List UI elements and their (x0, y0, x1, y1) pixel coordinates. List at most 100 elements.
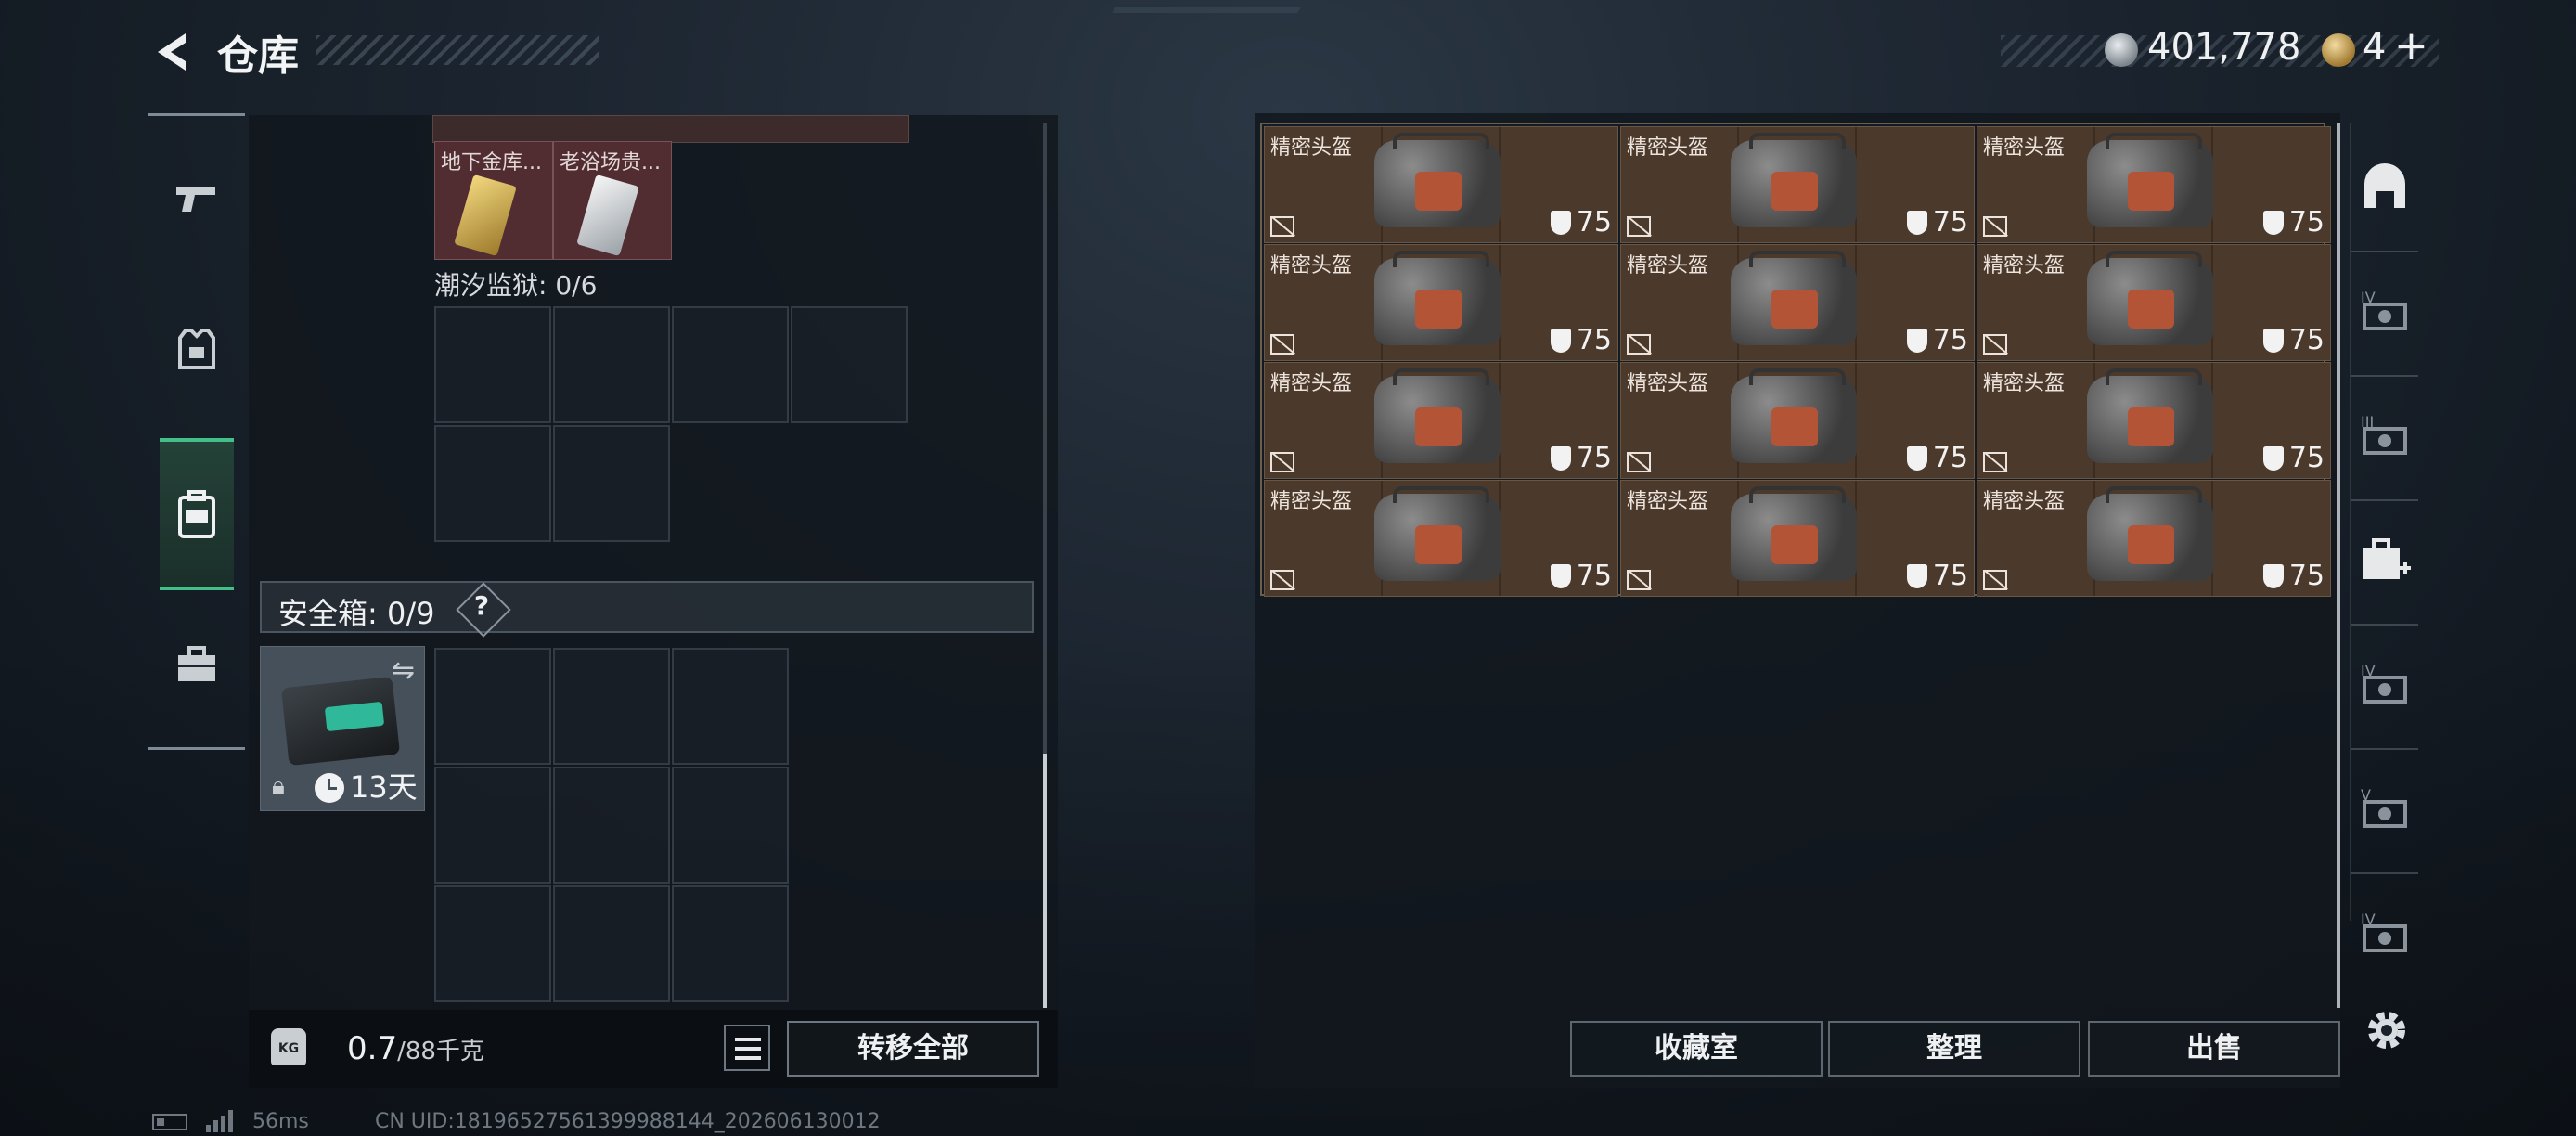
durability-value: 75 (2288, 442, 2325, 474)
backpack-scrollbar-thumb[interactable] (1043, 754, 1047, 1008)
stash-item-helmet[interactable]: 精密头盔 75 (1977, 480, 2331, 597)
shield-icon (2263, 446, 2284, 471)
no-drop-icon (1983, 452, 2007, 472)
safe-slot[interactable] (553, 767, 670, 884)
right-nav-item[interactable] (2351, 154, 2418, 221)
safe-slot[interactable] (672, 885, 789, 1002)
gold-keycard-icon (454, 174, 517, 257)
right-nav-item[interactable]: V (2351, 776, 2418, 843)
nav-item-vest[interactable] (160, 312, 234, 386)
empty-slot[interactable] (672, 306, 789, 423)
nav-divider (148, 747, 245, 750)
helmet-bag-icon (2087, 251, 2213, 345)
ping-text: 56ms (252, 1110, 309, 1133)
add-currency-button[interactable]: + (2394, 22, 2428, 70)
collection-room-button[interactable]: 收藏室 (1570, 1021, 1823, 1077)
shield-icon (2263, 564, 2284, 588)
no-drop-icon (1270, 452, 1294, 472)
swap-icon[interactable]: ⇋ (392, 654, 415, 687)
right-nav-item[interactable]: IV (2351, 278, 2418, 345)
uid-text: CN UID:18196527561399988144_202606130012 (375, 1110, 881, 1133)
svg-text:V: V (2361, 786, 2371, 804)
safe-slot[interactable] (672, 648, 789, 765)
settings-gear-icon[interactable] (2361, 1004, 2413, 1056)
helmet-bag-icon (1374, 251, 1501, 345)
empty-slot[interactable] (434, 306, 551, 423)
stash-grid: 精密头盔 75 精密头盔 75 精密头盔 75 精密头盔 75 精密头盔 75 精密头盔 75 精密头盔… (1260, 123, 2331, 597)
nav-item-weapons[interactable] (160, 161, 234, 236)
list-view-button[interactable] (724, 1025, 770, 1071)
shield-icon (2263, 329, 2284, 353)
item-name: 精密头盔 (1983, 136, 2066, 160)
sell-button[interactable]: 出售 (2088, 1021, 2340, 1077)
safe-slot[interactable] (434, 648, 551, 765)
durability-value: 75 (2288, 324, 2325, 356)
right-nav-item[interactable] (2351, 527, 2418, 594)
stash-item-helmet[interactable]: 精密头盔 75 (1620, 480, 1975, 597)
item-name: 精密头盔 (1627, 254, 1709, 278)
left-category-nav (148, 113, 245, 750)
no-drop-icon (1627, 216, 1651, 237)
weapon-rack-III-icon: III (2361, 413, 2407, 455)
shield-icon (1551, 329, 1571, 353)
container-section-label: 潮汐监狱: 0/6 (434, 270, 598, 301)
stash-item-helmet[interactable]: 精密头盔 75 (1620, 126, 1975, 243)
nav-divider (148, 113, 245, 116)
item-name: 精密头盔 (1627, 372, 1709, 395)
helmet-bag-icon (1374, 486, 1501, 581)
item-name: 精密头盔 (1270, 136, 1353, 160)
loot-item-label: 地下金库... (441, 151, 542, 174)
stash-item-helmet[interactable]: 精密头盔 75 (1977, 244, 2331, 361)
empty-slot[interactable] (434, 425, 551, 542)
safe-slot[interactable] (553, 885, 670, 1002)
safe-slot[interactable] (434, 767, 551, 884)
stash-item-helmet[interactable]: 精密头盔 75 (1264, 126, 1618, 243)
stash-item-helmet[interactable]: 精密头盔 75 (1977, 362, 2331, 479)
safe-slot[interactable] (672, 767, 789, 884)
stash-item-helmet[interactable]: 精密头盔 75 (1977, 126, 2331, 243)
durability-value: 75 (1576, 442, 1612, 474)
empty-slot[interactable] (791, 306, 908, 423)
svg-text:IV: IV (2361, 289, 2376, 306)
durability-value: 75 (1932, 560, 1968, 592)
back-arrow-icon[interactable] (148, 28, 197, 76)
loot-item-card[interactable]: 老浴场贵... (553, 141, 672, 260)
battery-icon (152, 1114, 187, 1130)
safe-slot[interactable] (553, 648, 670, 765)
right-nav-separator (2351, 251, 2418, 252)
durability-value: 75 (2288, 560, 2325, 592)
safe-box-item[interactable]: ⇋ 🔒︎ 13天 (260, 646, 425, 811)
item-name: 精密头盔 (1627, 490, 1709, 513)
weight-value: 0.7/88千克 (347, 1030, 484, 1067)
stash-item-helmet[interactable]: 精密头盔 75 (1264, 244, 1618, 361)
stash-item-helmet[interactable]: 精密头盔 75 (1620, 244, 1975, 361)
organize-button[interactable]: 整理 (1828, 1021, 2080, 1077)
transfer-all-button[interactable]: 转移全部 (787, 1021, 1039, 1077)
empty-slot[interactable] (553, 306, 670, 423)
right-nav-separator (2351, 872, 2418, 874)
helmet-bag-icon (2087, 368, 2213, 463)
no-drop-icon (1270, 570, 1294, 590)
helmet-bag-icon (1731, 486, 1857, 581)
right-nav-item[interactable]: IV (2351, 900, 2418, 967)
gold-currency-value: 4 (2363, 26, 2387, 69)
help-icon: ? (473, 590, 490, 621)
stash-item-helmet[interactable]: 精密头盔 75 (1264, 480, 1618, 597)
stash-item-helmet[interactable]: 精密头盔 75 (1620, 362, 1975, 479)
nav-item-toolbox[interactable] (160, 627, 234, 702)
shield-icon (1551, 446, 1571, 471)
safe-slot[interactable] (434, 885, 551, 1002)
lock-icon: 🔒︎ (272, 772, 285, 800)
right-nav-item[interactable]: IV (2351, 652, 2418, 718)
helmet-bag-icon (1731, 251, 1857, 345)
nav-item-backpack[interactable] (160, 438, 234, 590)
helmet-bag-icon (1374, 133, 1501, 227)
right-nav-item[interactable]: III (2351, 403, 2418, 470)
shield-icon (1551, 211, 1571, 235)
empty-slot[interactable] (553, 425, 670, 542)
weight-icon: KG (271, 1028, 306, 1065)
stash-item-helmet[interactable]: 精密头盔 75 (1264, 362, 1618, 479)
stash-scrollbar[interactable] (2337, 123, 2340, 1008)
loot-item-card[interactable]: 地下金库... (434, 141, 553, 260)
shield-icon (1907, 446, 1927, 471)
